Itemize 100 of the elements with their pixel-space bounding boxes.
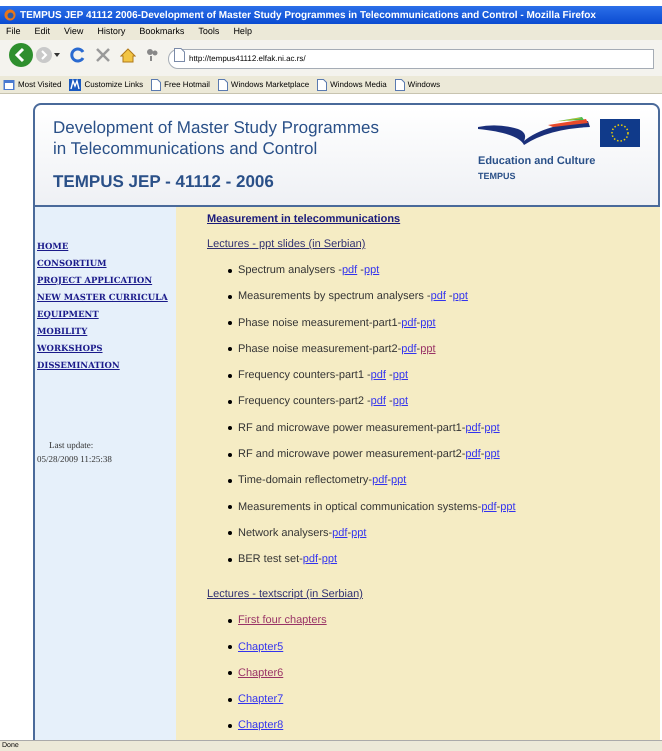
bookmarks-folder-icon (3, 78, 15, 90)
bullet-icon (228, 724, 232, 728)
bookmark-item[interactable]: Free Hotmail (164, 78, 210, 90)
document-link[interactable]: ppt (420, 342, 436, 356)
section-link[interactable]: Lectures - textscript (in Serbian) (207, 588, 660, 602)
document-link[interactable]: pdf (401, 342, 417, 356)
bullet-icon (228, 505, 232, 510)
sidebar-link[interactable]: DISSEMINATION (37, 360, 176, 373)
document-link[interactable]: pdf (372, 474, 388, 488)
item-text: - (388, 395, 393, 408)
bookmark-item[interactable]: Windows Media (330, 78, 387, 90)
bullet-icon (228, 347, 232, 352)
bookmark-item[interactable]: Most Visited (18, 78, 62, 90)
item-text: - (347, 526, 352, 540)
stop-icon[interactable] (96, 48, 110, 62)
bookmark-item[interactable]: Windows (408, 78, 440, 90)
document-link[interactable]: First four chapters (238, 614, 327, 628)
document-link[interactable]: pdf (332, 526, 348, 540)
page-icon (394, 78, 405, 90)
document-link[interactable]: Chapter6 (238, 666, 284, 680)
document-link[interactable]: pdf (481, 500, 497, 514)
menu-item[interactable]: Edit (34, 25, 50, 39)
bullet-icon (228, 268, 232, 272)
item-text: Frequency counters-part2 - (238, 395, 371, 408)
home-icon[interactable] (120, 48, 136, 62)
sidebar-link[interactable]: CONSORTIUM (37, 258, 176, 271)
bullet-icon (228, 374, 232, 378)
item-text: - (387, 474, 392, 488)
document-link[interactable]: pdf (430, 290, 446, 304)
menu-item[interactable]: Help (233, 25, 252, 39)
bullet-icon (228, 531, 232, 536)
item-text: RF and microwave power measurement-part1- (238, 422, 466, 435)
item-text: - (480, 448, 484, 462)
sidebar-link[interactable]: NEW MASTER CURRICULA (37, 292, 176, 305)
menu-item[interactable]: History (97, 25, 126, 39)
bookmark-item[interactable]: Customize Links (84, 78, 144, 90)
sidebar-link[interactable]: MOBILITY (37, 326, 176, 339)
bullet-icon (228, 426, 232, 430)
page-icon (174, 48, 185, 62)
document-link[interactable]: ppt (420, 316, 436, 330)
document-link[interactable]: pdf (370, 369, 386, 382)
item-text: - (416, 342, 420, 356)
item-text: BER test set- (238, 553, 303, 566)
document-link[interactable]: ppt (392, 369, 408, 382)
last-update-label: Last update: (49, 439, 94, 452)
menu-item[interactable]: Tools (198, 25, 220, 39)
item-text: - (388, 369, 393, 382)
back-icon[interactable] (8, 42, 36, 68)
project-title: TEMPUS JEP - 41112 - 2006 (53, 171, 275, 193)
document-link[interactable]: pdf (370, 395, 386, 408)
bullet-icon (228, 321, 232, 326)
menu-item[interactable]: Bookmarks (139, 25, 184, 39)
document-link[interactable]: ppt (500, 500, 516, 514)
bullet-icon (228, 645, 232, 650)
address-field[interactable]: http://tempus41112.elfak.ni.ac.rs/ (168, 48, 654, 68)
document-link[interactable]: ppt (322, 553, 338, 566)
site-title: Development of Master Study Programmes in Telecommunications and Control (53, 117, 379, 159)
document-link[interactable]: ppt (391, 474, 406, 488)
page-icon (317, 78, 328, 90)
bullet-icon (228, 452, 232, 457)
item-text: Measurements in optical communication systems- (238, 500, 482, 514)
item-text: - (496, 500, 500, 514)
item-text: Frequency counters-part1 - (238, 369, 371, 382)
document-link[interactable]: Chapter5 (238, 640, 284, 654)
menu-item[interactable]: View (64, 25, 84, 39)
item-text: Spectrum analysers - (238, 264, 342, 277)
item-text: - (359, 264, 364, 277)
section-link[interactable]: Lectures - ppt slides (in Serbian) (207, 238, 660, 251)
document-link[interactable]: Chapter7 (238, 693, 284, 706)
document-link[interactable]: ppt (484, 422, 500, 435)
bookmark-item[interactable]: Windows Marketplace (230, 78, 310, 90)
bullet-icon (228, 558, 232, 562)
document-link[interactable]: ppt (452, 290, 468, 304)
document-link[interactable]: Chapter8 (238, 719, 284, 732)
dropdown-icon[interactable] (54, 53, 60, 57)
document-link[interactable]: pdf (302, 553, 318, 566)
content-heading: Measurement in telecommunications (207, 213, 402, 226)
document-link[interactable]: pdf (401, 316, 417, 330)
item-text: - (480, 422, 484, 435)
sidebar-link[interactable]: WORKSHOPS (37, 343, 176, 356)
document-link[interactable]: ppt (392, 395, 408, 408)
page-icon (218, 78, 228, 90)
browser-logo-icon (4, 9, 16, 21)
sidebar-link[interactable]: HOME (37, 241, 176, 254)
reload-icon[interactable] (70, 47, 86, 63)
item-text: Phase noise measurement-part1- (238, 316, 402, 330)
sidebar-link[interactable]: EQUIPMENT (37, 309, 176, 322)
item-text: - (318, 553, 322, 566)
site-icon (69, 78, 82, 90)
item-text: Phase noise measurement-part2- (238, 342, 402, 356)
item-text: - (448, 290, 453, 304)
menu-item[interactable]: File (6, 25, 21, 39)
document-link[interactable]: pdf (465, 422, 481, 435)
document-link[interactable]: ppt (484, 448, 500, 462)
document-link[interactable]: ppt (364, 264, 380, 277)
sidebar-link[interactable]: PROJECT APPLICATION (37, 275, 176, 288)
document-link[interactable]: ppt (351, 526, 366, 540)
window-title: TEMPUS JEP 41112 2006-Development of Master Study Programmes in Telecommunications and Control - Mozilla Firefox (20, 8, 596, 22)
document-link[interactable]: pdf (342, 264, 358, 277)
document-link[interactable]: pdf (465, 448, 481, 462)
